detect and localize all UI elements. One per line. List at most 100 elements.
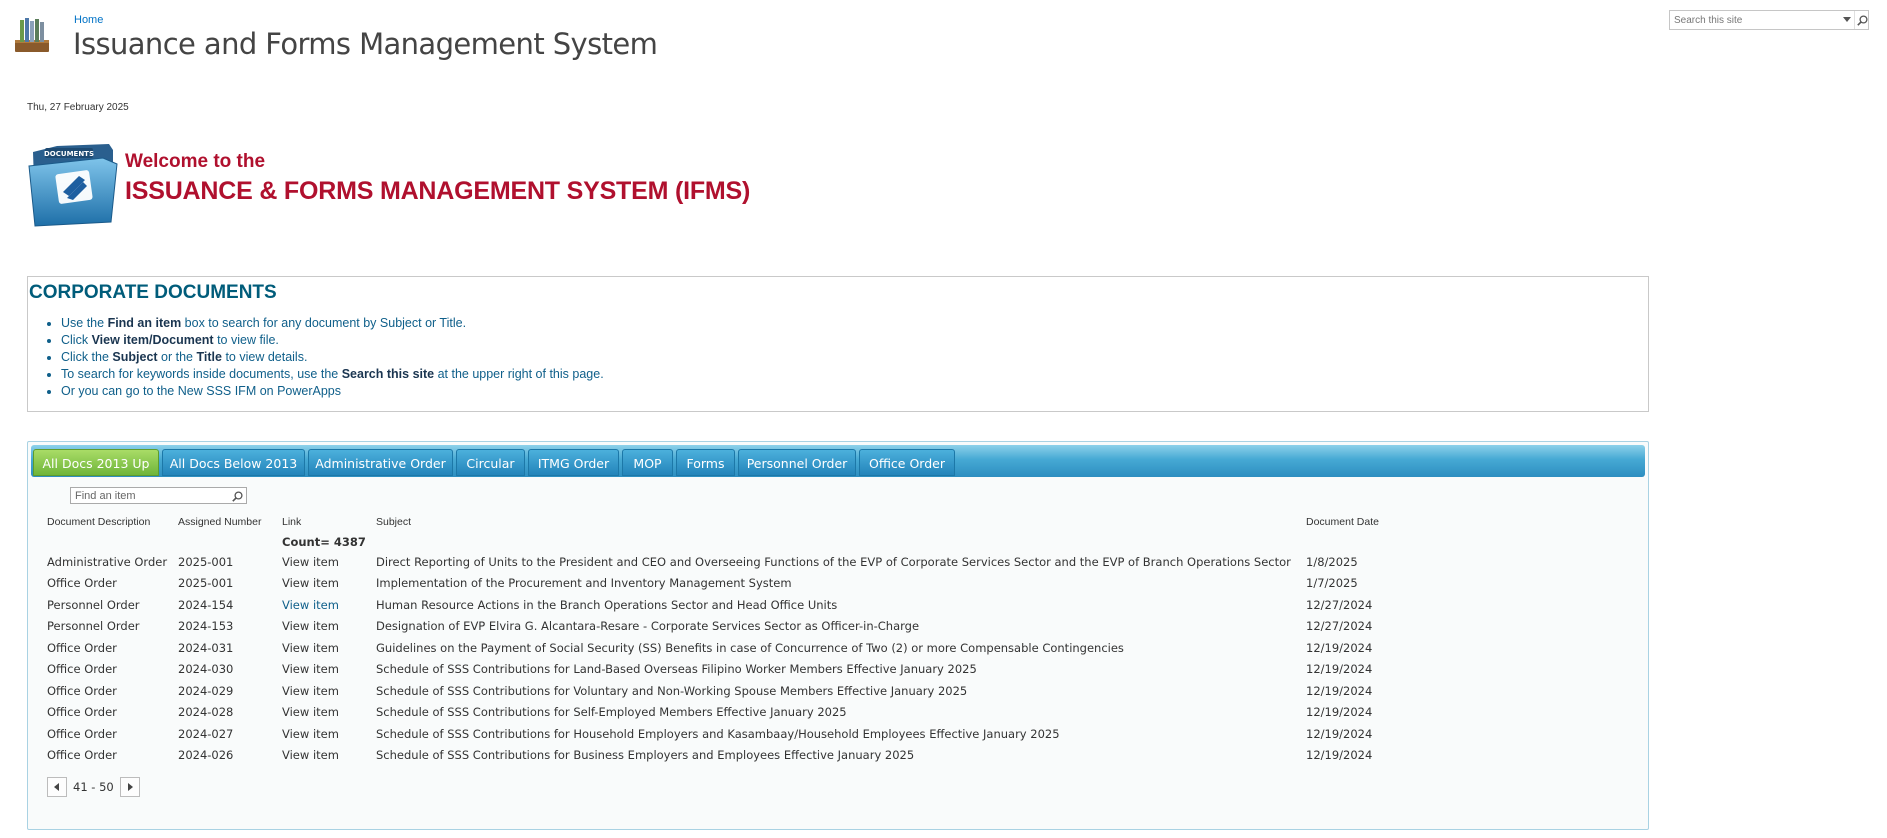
subject-link-cell: Schedule of SSS Contributions for Self-E… [376,702,1306,724]
subject-link-cell: Schedule of SSS Contributions for Volunt… [376,680,1306,702]
column-header-number[interactable]: Assigned Number [178,512,282,532]
find-an-item-box[interactable] [70,487,247,504]
search-icon[interactable] [230,489,244,503]
tab-all-docs-2013-up[interactable]: All Docs 2013 Up [33,449,159,476]
view-item-link[interactable]: View item [282,748,339,762]
view-item-link-cell: View item [282,745,376,767]
table-row: Personnel Order 2024-153 View item Designat… [47,616,1416,638]
chevron-down-icon[interactable] [1840,11,1854,29]
subject-link[interactable]: Schedule of SSS Contributions for Volunt… [376,684,967,698]
documents-panel: All Docs 2013 Up All Docs Below 2013 Adm… [27,441,1649,830]
subject-link[interactable]: Schedule of SSS Contributions for Land-B… [376,662,977,676]
subject-link[interactable]: Schedule of SSS Contributions for Busine… [376,748,914,762]
tab-circular[interactable]: Circular [456,449,525,476]
tab-forms[interactable]: Forms [676,449,735,476]
corporate-documents-box: CORPORATE DOCUMENTS Use the Find an item… [27,276,1649,412]
table-row: Office Order 2024-030 View item Schedule of… [47,659,1416,681]
document-date: 12/27/2024 [1306,597,1373,612]
site-title[interactable]: Issuance and Forms Management System [73,27,658,61]
document-date: 12/19/2024 [1306,683,1373,698]
document-description: Personnel Order [47,619,140,634]
document-date: 1/8/2025 [1306,554,1358,569]
tab-all-docs-below-2013[interactable]: All Docs Below 2013 [162,449,305,476]
welcome-heading: Welcome to the [125,151,266,172]
column-header-subject[interactable]: Subject [376,512,1306,532]
find-an-item-input[interactable] [71,488,221,503]
document-description: Office Order [47,726,117,741]
document-date: 12/19/2024 [1306,748,1373,763]
tab-mop[interactable]: MOP [622,449,673,476]
site-search-input[interactable] [1670,11,1830,29]
document-date: 1/7/2025 [1306,576,1358,591]
search-icon[interactable] [1854,11,1869,29]
view-item-link[interactable]: View item [282,727,339,741]
current-date: Thu, 27 February 2025 [27,102,129,113]
table-row: Office Order 2024-031 View item Guidelines … [47,637,1416,659]
table-row: Administrative Order 2025-001 View item Dir… [47,551,1416,573]
document-date: 12/19/2024 [1306,640,1373,655]
breadcrumb-home-link[interactable]: Home [74,14,103,26]
view-item-link-cell: View item [282,659,376,681]
table-header-row: Document Description Assigned Number Lin… [47,512,1416,532]
count-row: Count= 4387 [47,532,1416,551]
assigned-number: 2024-154 [178,597,234,612]
view-item-link-cell: View item [282,680,376,702]
tab-administrative-order[interactable]: Administrative Order [308,449,453,476]
assigned-number: 2024-031 [178,640,234,655]
tab-office-order[interactable]: Office Order [859,449,955,476]
assigned-number: 2024-028 [178,705,234,720]
subject-link[interactable]: Schedule of SSS Contributions for Househ… [376,727,1060,741]
view-item-link[interactable]: View item [282,641,339,655]
instructions-list: Use the Find an item box to search for a… [61,315,604,400]
document-date: 12/19/2024 [1306,662,1373,677]
powerapps-link[interactable]: New SSS IFM on PowerApps [178,384,341,398]
view-item-link[interactable]: View item [282,576,339,590]
next-page-button[interactable] [119,777,140,797]
column-header-link[interactable]: Link [282,512,376,532]
subject-link-cell: Schedule of SSS Contributions for Busine… [376,745,1306,767]
subject-link[interactable]: Direct Reporting of Units to the Preside… [376,555,1291,569]
tab-personnel-order[interactable]: Personnel Order [738,449,856,476]
view-item-link-cell: View item [282,702,376,724]
folder-label: DOCUMENTS [44,150,94,158]
subject-link[interactable]: Guidelines on the Payment of Social Secu… [376,641,1124,655]
subject-link[interactable]: Designation of EVP Elvira G. Alcantara-R… [376,619,919,633]
assigned-number: 2024-029 [178,683,234,698]
view-item-link[interactable]: View item [282,705,339,719]
subject-link-cell: Designation of EVP Elvira G. Alcantara-R… [376,616,1306,638]
subject-link[interactable]: Implementation of the Procurement and In… [376,576,792,590]
table-row: Office Order 2024-029 View item Schedule of… [47,680,1416,702]
assigned-number: 2024-027 [178,726,234,741]
table-row: Office Order 2025-001 View item Implementat… [47,573,1416,595]
document-date: 12/19/2024 [1306,726,1373,741]
document-description: Administrative Order [47,554,168,569]
system-name-heading: ISSUANCE & FORMS MANAGEMENT SYSTEM (IFMS… [125,177,751,205]
instruction-item: Click the Subject or the Title to view d… [61,349,604,366]
previous-page-button[interactable] [47,777,67,797]
subject-link-cell: Human Resource Actions in the Branch Ope… [376,594,1306,616]
site-logo-icon[interactable] [14,16,50,54]
view-item-link[interactable]: View item [282,684,339,698]
subject-link-cell: Direct Reporting of Units to the Preside… [376,551,1306,573]
assigned-number: 2024-153 [178,619,234,634]
view-item-link[interactable]: View item [282,619,339,633]
table-row: Personnel Order 2024-154 View item Human Re… [47,594,1416,616]
view-item-link-cell: View item [282,616,376,638]
subject-link[interactable]: Schedule of SSS Contributions for Self-E… [376,705,847,719]
view-item-link[interactable]: View item [282,662,339,676]
view-item-link[interactable]: View item [282,598,339,612]
column-header-description[interactable]: Document Description [47,512,178,532]
table-row: Office Order 2024-027 View item Schedule of… [47,723,1416,745]
subject-link-cell: Guidelines on the Payment of Social Secu… [376,637,1306,659]
column-header-date[interactable]: Document Date [1306,512,1416,532]
subject-link[interactable]: Human Resource Actions in the Branch Ope… [376,598,837,612]
table-row: Office Order 2024-028 View item Schedule of… [47,702,1416,724]
tab-itmg-order[interactable]: ITMG Order [528,449,619,476]
view-item-link-cell: View item [282,594,376,616]
document-date: 12/19/2024 [1306,705,1373,720]
view-item-link[interactable]: View item [282,555,339,569]
chevron-left-icon [54,783,59,791]
site-search-box[interactable] [1669,10,1869,30]
document-date: 12/27/2024 [1306,619,1373,634]
instruction-item: Or you can go to the New SSS IFM on Powe… [61,383,604,400]
